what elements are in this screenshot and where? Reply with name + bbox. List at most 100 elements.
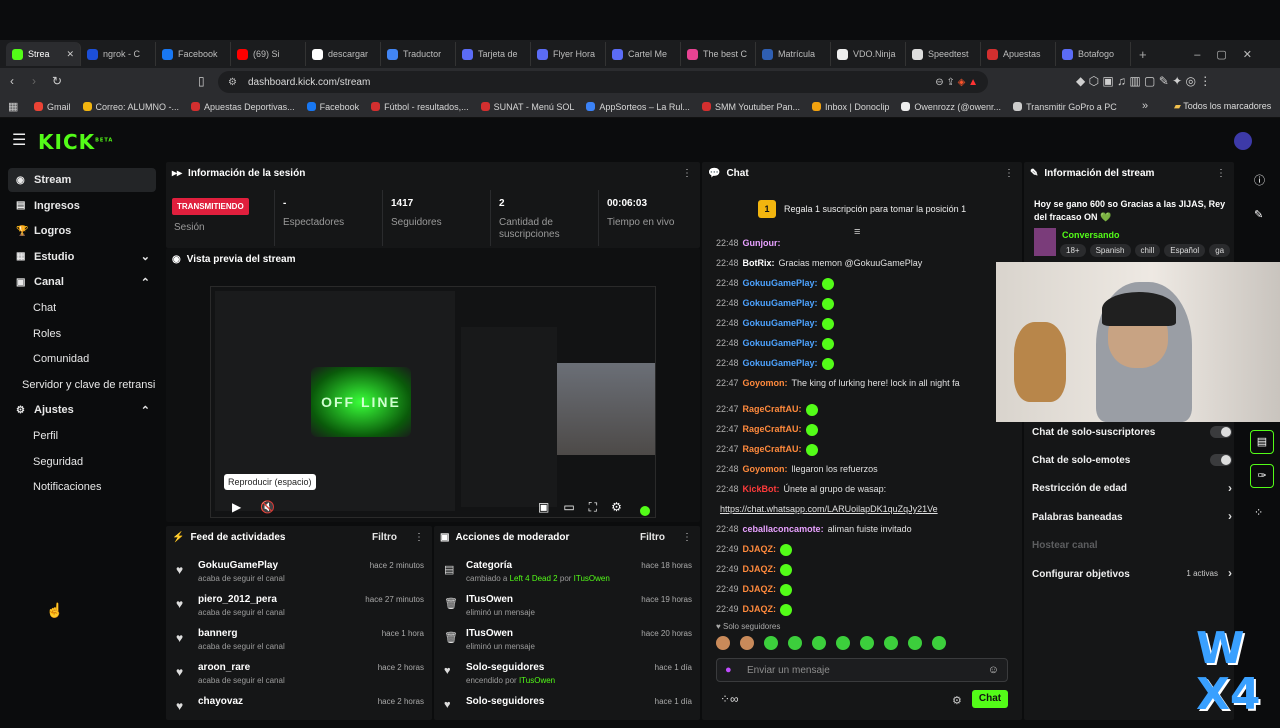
tag-chip[interactable]: ga: [1209, 244, 1230, 257]
reload-icon[interactable]: ↻: [52, 74, 62, 88]
chat-message[interactable]: 22:49 DJAQZ:: [716, 602, 1012, 616]
browser-tab[interactable]: Flyer Hora: [531, 42, 606, 66]
sidebar-item-ajustes[interactable]: ⚙ Ajustes ⌃: [8, 398, 156, 422]
browser-tab[interactable]: ngrok - C: [81, 42, 156, 66]
chat-message[interactable]: 22:49 DJAQZ:: [716, 542, 1012, 556]
tag-chip[interactable]: 18+: [1060, 244, 1086, 257]
url-field[interactable]: ⚙ dashboard.kick.com/stream ⊖ ⇪ ◈ ▲: [218, 71, 988, 93]
tag-chip[interactable]: chill: [1134, 244, 1161, 257]
site-info-icon[interactable]: ⚙: [228, 77, 237, 88]
stream-setting-row[interactable]: Configurar objetivos › 1 activas: [1032, 564, 1232, 584]
browser-tab[interactable]: Botafogo: [1056, 42, 1131, 66]
chat-message[interactable]: 22:48 Goyomon: llegaron los refuerzos: [716, 462, 1012, 476]
sidebar-item-comunidad[interactable]: Comunidad: [8, 347, 156, 371]
emote-picker-icon[interactable]: [740, 636, 754, 650]
sidebar-item-estudio[interactable]: ▦ Estudio ⌄: [8, 245, 156, 269]
sidebar-item-servidor[interactable]: Servidor y clave de retransi: [8, 373, 156, 397]
browser-tab[interactable]: VDO.Ninja: [831, 42, 906, 66]
emote-picker-icon[interactable]: [860, 636, 874, 650]
chat-menu-icon[interactable]: ⋮: [1004, 168, 1014, 179]
bookmark-item[interactable]: Correo: ALUMNO -...: [77, 102, 186, 112]
play-icon[interactable]: ▶: [232, 500, 241, 514]
chat-input[interactable]: ● Enviar un mensaje ☺: [716, 658, 1008, 682]
new-tab-icon[interactable]: +: [1139, 47, 1147, 62]
chevron-right-icon[interactable]: ›: [1228, 509, 1232, 523]
more-bookmarks-icon[interactable]: »: [1142, 100, 1148, 112]
bookmark-item[interactable]: Inbox | Donoclip: [806, 102, 895, 112]
emote-picker-icon[interactable]: [932, 636, 946, 650]
bookmark-item[interactable]: Owenrozz (@owenr...: [895, 102, 1007, 112]
mod-action-row[interactable]: ♥ Solo-seguidores encendido por ITusOwen ha…: [442, 660, 694, 694]
bookmark-item[interactable]: SUNAT - Menú SOL: [475, 102, 581, 112]
feed-row[interactable]: ♥ GokuuGamePlay acaba de seguir el canal ha…: [174, 558, 426, 592]
feed-row[interactable]: ♥ aroon_rare acaba de seguir el canal hace …: [174, 660, 426, 694]
stream-setting-row[interactable]: Chat de solo-suscriptores: [1032, 422, 1232, 442]
sidebar-item-logros[interactable]: 🏆 Logros: [8, 219, 156, 243]
chat-message[interactable]: https://chat.whatsapp.com/LARUoilapDK1qu…: [716, 502, 1012, 516]
emoji-icon[interactable]: ☺: [988, 664, 999, 676]
zoom-icon[interactable]: ⊖ ⇪ ◈ ▲: [935, 77, 978, 88]
mute-icon[interactable]: 🔇: [260, 500, 275, 514]
infinity-icon[interactable]: ⁘∞: [720, 692, 739, 706]
mod-action-row[interactable]: ♥ Solo-seguidores hace 1 día: [442, 694, 694, 728]
feed-menu-icon[interactable]: ⋮: [414, 532, 424, 543]
apps-grid-icon[interactable]: ▦: [8, 100, 18, 113]
browser-tab[interactable]: Matrícula: [756, 42, 831, 66]
chat-message[interactable]: 22:48 GokuuGamePlay:: [716, 356, 1012, 370]
tag-chip[interactable]: Spanish: [1089, 244, 1131, 257]
feed-row[interactable]: ♥ chayovaz hace 2 horas: [174, 694, 426, 728]
window-controls[interactable]: –▢✕: [1194, 48, 1268, 61]
stream-setting-row[interactable]: Palabras baneadas ›: [1032, 507, 1232, 527]
emote-picker-icon[interactable]: [812, 636, 826, 650]
chat-message[interactable]: 22:48 GokuuGamePlay:: [716, 296, 1012, 310]
mic-icon[interactable]: ●: [725, 664, 732, 676]
browser-tab[interactable]: Tarjeta de: [456, 42, 531, 66]
sidebar-item-perfil[interactable]: Perfil: [8, 424, 156, 448]
chat-message[interactable]: 22:47 RageCraftAU:: [716, 402, 1012, 416]
chat-message[interactable]: 22:47 Goyomon: The king of lurking here! l…: [716, 376, 1012, 390]
hamburger-menu-icon[interactable]: ☰: [12, 130, 26, 150]
browser-tab[interactable]: (69) Si: [231, 42, 306, 66]
send-chat-button[interactable]: Chat: [972, 690, 1008, 708]
chat-message[interactable]: 22:48 GokuuGamePlay:: [716, 316, 1012, 330]
chat-message[interactable]: 22:48 GokuuGamePlay:: [716, 276, 1012, 290]
feed-row[interactable]: ♥ bannerg acaba de seguir el canal hace 1 h…: [174, 626, 426, 660]
bookmark-item[interactable]: Gmail: [28, 102, 77, 112]
back-icon[interactable]: ‹: [10, 74, 14, 88]
chat-message[interactable]: 22:48 GokuuGamePlay:: [716, 336, 1012, 350]
category-link[interactable]: Conversando: [1062, 230, 1120, 240]
sidebar-item-chat[interactable]: Chat: [8, 296, 156, 320]
extensions-icon[interactable]: ◆ ⬡ ▣ ♫ ▥ ▢ ✎ ✦ ◎ ⋮: [1076, 74, 1211, 88]
sidebar-item-canal[interactable]: ▣ Canal ⌃: [8, 270, 156, 294]
emote-picker-icon[interactable]: [716, 636, 730, 650]
chevron-icon[interactable]: ⌃: [141, 276, 150, 289]
mod-menu-icon[interactable]: ⋮: [682, 532, 692, 543]
chat-message[interactable]: 22:48 KickBot: Únete al grupo de wasap:: [716, 482, 1012, 496]
emote-picker-icon[interactable]: [788, 636, 802, 650]
chat-message[interactable]: 22:49 DJAQZ:: [716, 562, 1012, 576]
apps-icon[interactable]: ⁘: [1254, 506, 1263, 519]
chat-message[interactable]: 22:48 Gunjour:: [716, 236, 1012, 250]
browser-tab[interactable]: The best C: [681, 42, 756, 66]
layout-icon[interactable]: ▤: [1250, 430, 1274, 454]
chevron-right-icon[interactable]: ›: [1228, 481, 1232, 495]
player-controls-icon[interactable]: ▣▭⛶⚙: [538, 500, 636, 515]
sidebar-item-roles[interactable]: Roles: [8, 322, 156, 346]
browser-tab[interactable]: Strea ✕: [6, 42, 81, 66]
feed-row[interactable]: ♥ piero_2012_pera acaba de seguir el canal…: [174, 592, 426, 626]
all-bookmarks[interactable]: ▰ Todos los marcadores: [1174, 101, 1271, 112]
toggle-switch[interactable]: [1210, 426, 1232, 438]
close-tab-icon[interactable]: ✕: [66, 49, 74, 60]
bookmark-icon[interactable]: ▯: [198, 74, 205, 88]
browser-tab[interactable]: Speedtest: [906, 42, 981, 66]
browser-tab[interactable]: descargar: [306, 42, 381, 66]
sidebar-item-stream[interactable]: ◉ Stream: [8, 168, 156, 192]
chat-message[interactable]: 22:48 ceballaconcamote: aliman fuiste invi…: [716, 522, 1012, 536]
session-menu-icon[interactable]: ⋮: [682, 168, 692, 179]
chevron-right-icon[interactable]: ›: [1228, 566, 1232, 580]
bookmark-item[interactable]: Fútbol - resultados,...: [365, 102, 475, 112]
sidebar-item-seguridad[interactable]: Seguridad: [8, 450, 156, 474]
mod-filter-button[interactable]: Filtro: [640, 532, 665, 543]
chat-message[interactable]: 22:49 DJAQZ:: [716, 582, 1012, 596]
mod-action-row[interactable]: ▤ Categoría cambiado a Left 4 Dead 2 por I…: [442, 558, 694, 592]
